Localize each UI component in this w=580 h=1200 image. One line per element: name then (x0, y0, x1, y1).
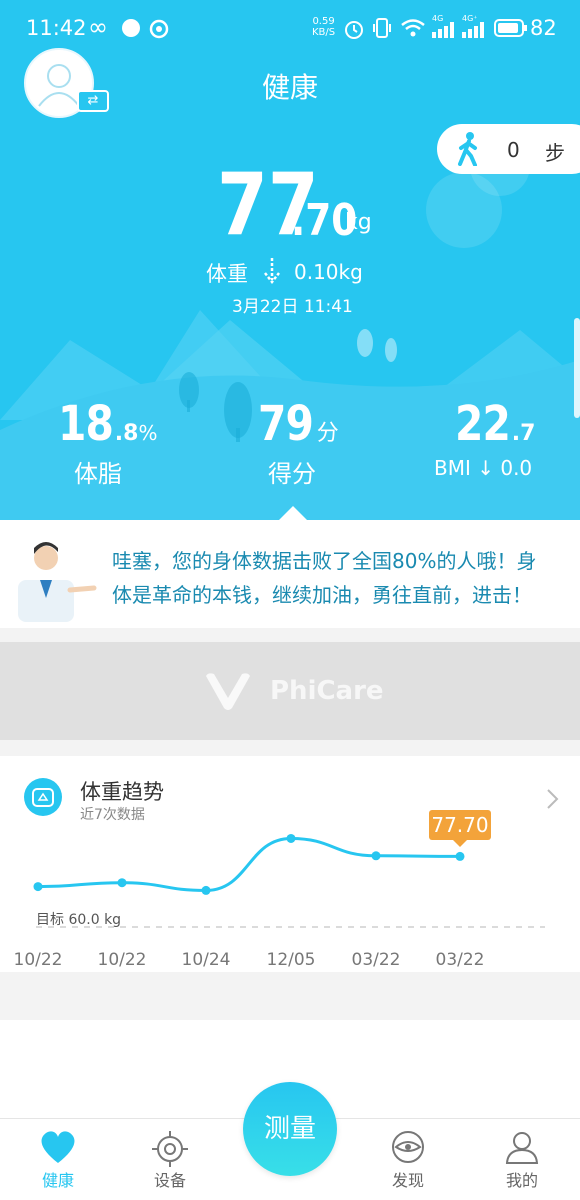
latest-value: 77.70 (431, 813, 489, 838)
net-speed-unit: KB/S (312, 27, 336, 38)
net-speed-value: 0.59 (312, 16, 335, 27)
trend-x-ticks: 10/22 10/22 10/24 12/05 03/22 03/22 (14, 950, 485, 970)
trend-point-5 (455, 851, 465, 861)
tab-devices-label: 设备 (153, 1171, 186, 1190)
steps-unit: 步 (545, 141, 565, 165)
trend-point-3 (286, 833, 296, 843)
notch-pointer (279, 506, 307, 520)
infinity-icon: ∞ (88, 13, 108, 41)
stat-body-fat-value: 18 (58, 396, 114, 452)
stat-score[interactable]: 79 分 (258, 396, 358, 452)
doctor-icon (18, 542, 97, 622)
signal-icon-2 (462, 22, 484, 38)
battery-icon (494, 19, 527, 37)
tab-devices[interactable]: 设备 (112, 1119, 228, 1200)
phicare-logo-icon (206, 673, 250, 710)
tab-discover[interactable]: 发现 (350, 1119, 466, 1200)
tab-health-label: 健康 (41, 1171, 74, 1190)
weight-trend-chart: 10/22 10/22 10/24 12/05 03/22 03/22 目标 60.0 k… (14, 833, 545, 970)
x-tick-label-1: 10/22 (98, 950, 147, 970)
stat-bmi-label: BMI ↓ 0.0 (434, 456, 533, 480)
x-tick-label-2: 10/24 (182, 950, 231, 970)
trend-series-line (37, 836, 461, 892)
scroll-indicator[interactable] (574, 318, 580, 418)
divider (0, 628, 580, 642)
x-tick-label-5: 03/22 (436, 950, 485, 970)
x-tick-label-3: 12/05 (267, 950, 316, 970)
heart-icon (41, 1131, 75, 1163)
advice-card: 哇塞，您的身体数据击败了全国80%的人哦！身 体是革命的本钱，继续加油，勇往直前… (0, 520, 580, 628)
tab-health[interactable]: 健康 (0, 1119, 116, 1200)
divider (0, 740, 580, 756)
stat-bmi[interactable]: 22.7 (455, 396, 555, 452)
stat-body-fat-decimal: .8 (114, 421, 139, 446)
trend-point-4 (371, 851, 381, 861)
alarm-icon (345, 21, 363, 39)
steps-pill[interactable]: 0 步 (437, 124, 580, 174)
advice-line-1: 哇塞，您的身体数据击败了全国80%的人哦！身 (112, 549, 537, 573)
tab-discover-label: 发现 (391, 1171, 424, 1190)
stat-body-fat[interactable]: 18.8% (58, 396, 178, 452)
divider (0, 972, 580, 1020)
battery-level: 82 (530, 16, 557, 40)
signal-icon-1 (432, 22, 454, 38)
tab-mine-label: 我的 (505, 1171, 538, 1190)
weight-timestamp: 3月22日 11:41 (232, 297, 353, 317)
hero-panel: 11:42 ∞ 0.59 KB/S 4G 4G⁺ 82 ⇄ 健康 0 步 77 … (0, 0, 580, 520)
steps-value: 0 (507, 138, 520, 162)
stat-body-fat-unit: % (138, 421, 158, 445)
status-time: 11:42 (26, 16, 87, 40)
measure-button[interactable]: 测量 (243, 1082, 337, 1176)
target-icon (152, 1131, 188, 1167)
trend-point-1 (117, 878, 127, 888)
tab-mine[interactable]: 我的 (464, 1119, 580, 1200)
stat-score-label: 得分 (268, 460, 316, 488)
stat-bmi-value: 22 (455, 396, 511, 452)
stat-bmi-decimal: .7 (511, 421, 536, 446)
stat-score-value: 79 (258, 396, 314, 452)
x-tick-label-4: 03/22 (352, 950, 401, 970)
net-speed: 0.59 KB/S (312, 16, 335, 38)
trend-point-0 (33, 882, 43, 892)
weight-change-value: 0.10kg (294, 260, 363, 284)
arrow-down-icon (264, 258, 280, 285)
weight-unit: kg (345, 210, 372, 235)
bubble-icon (122, 19, 140, 37)
page-title: 健康 (261, 71, 318, 104)
vibrate-icon (373, 18, 391, 38)
x-tick-label-0: 10/22 (14, 950, 63, 970)
weight-change-label: 体重 (206, 262, 248, 286)
ad-banner[interactable]: PhiCare (0, 642, 580, 740)
eye-icon (392, 1131, 424, 1163)
weight-trend-card[interactable]: 体重趋势 近7次数据 10/22 10/22 10/24 12/05 03/22 03/2… (0, 756, 580, 972)
stat-body-fat-label: 体脂 (74, 460, 122, 488)
stat-score-unit: 分 (316, 421, 339, 446)
advice-text: 哇塞，您的身体数据击败了全国80%的人哦！身 体是革命的本钱，继续加油，勇往直前… (112, 544, 572, 612)
walking-icon (458, 132, 477, 166)
person-icon (505, 1132, 539, 1164)
wifi-icon (401, 19, 425, 37)
latest-value-badge: 77.70 (429, 810, 491, 848)
weight-display: 77 .70 kg (217, 160, 397, 250)
status-bar: 11:42 ∞ 0.59 KB/S 4G 4G⁺ 82 (0, 0, 580, 56)
trend-point-2 (201, 885, 211, 895)
sync-icon (149, 19, 169, 39)
goal-label: 目标 60.0 kg (36, 912, 121, 928)
banner-brand: PhiCare (270, 676, 384, 706)
advice-line-2: 体是革命的本钱，继续加油，勇往直前，进击！ (112, 583, 532, 607)
